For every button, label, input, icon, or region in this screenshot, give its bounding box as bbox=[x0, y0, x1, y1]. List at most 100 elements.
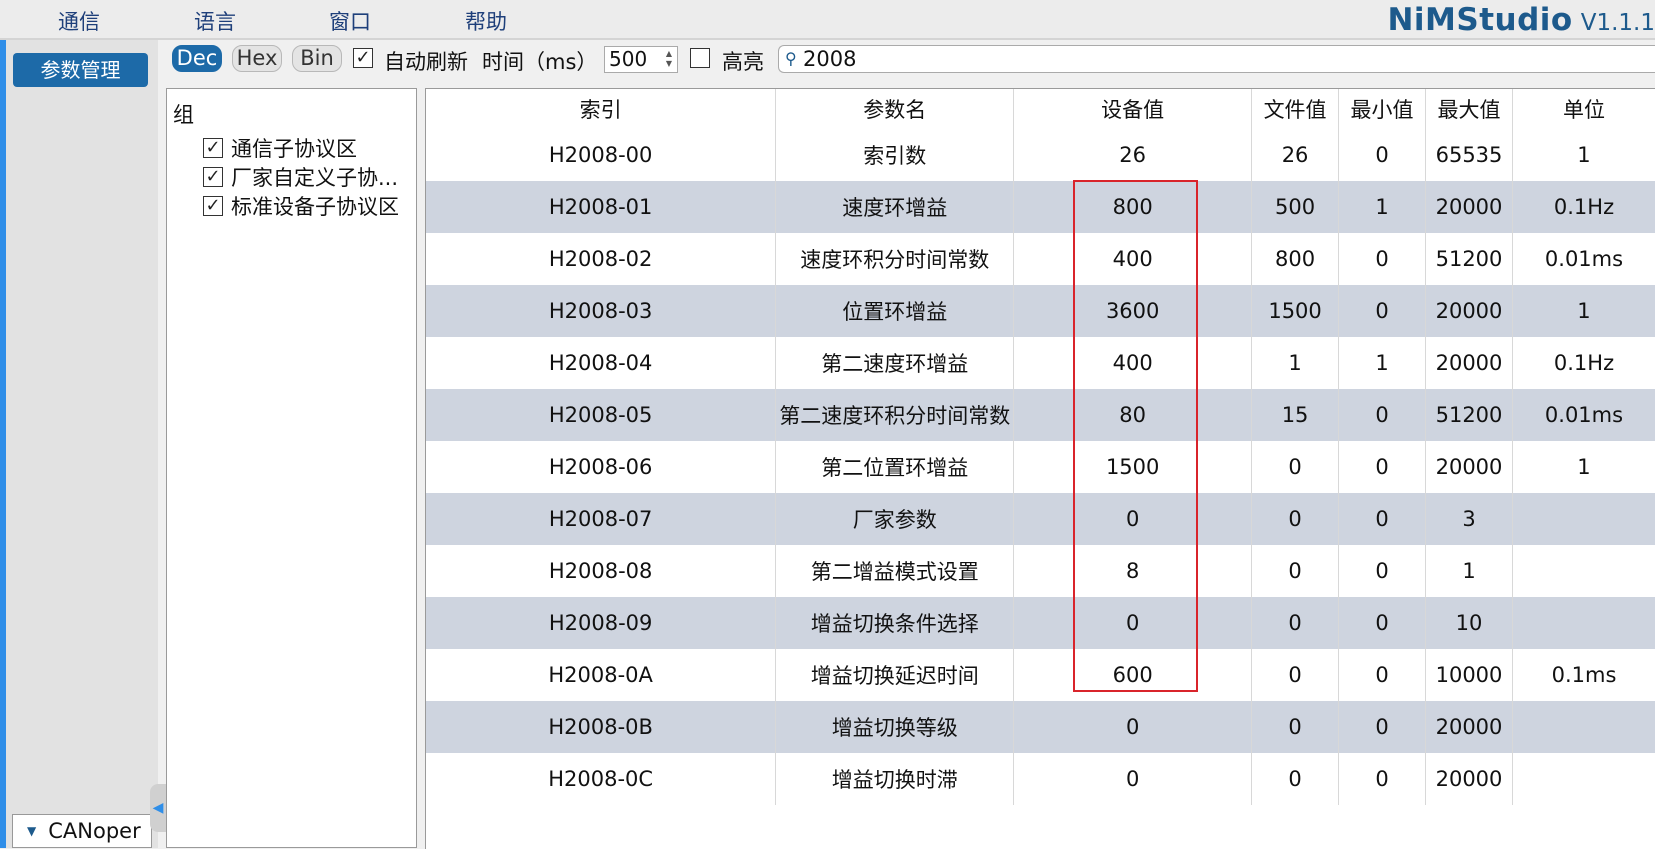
cell-device-value[interactable]: 80 bbox=[1013, 389, 1253, 441]
table-row[interactable]: H2008-09 增益切换条件选择 0 0 0 10 bbox=[426, 597, 1655, 649]
cell-file-value: 0 bbox=[1251, 753, 1340, 805]
table-row[interactable]: H2008-0B 增益切换等级 0 0 0 20000 bbox=[426, 701, 1655, 753]
cell-unit bbox=[1512, 701, 1655, 753]
header-param-name[interactable]: 参数名 bbox=[775, 89, 1015, 129]
cell-index: H2008-08 bbox=[426, 545, 777, 597]
header-index[interactable]: 索引 bbox=[426, 89, 777, 129]
time-label: 时间（ms） bbox=[482, 50, 598, 74]
cell-unit bbox=[1512, 545, 1655, 597]
table-row[interactable]: H2008-04 第二速度环增益 400 1 1 20000 0.1Hz bbox=[426, 337, 1655, 389]
menu-help[interactable]: 帮助 bbox=[465, 6, 507, 36]
cell-param-name: 第二速度环积分时间常数 bbox=[775, 389, 1015, 441]
cell-unit: 0.01ms bbox=[1512, 233, 1655, 285]
cell-index: H2008-09 bbox=[426, 597, 777, 649]
protocol-selector[interactable]: ▼ CANoper bbox=[12, 814, 152, 848]
cell-param-name: 位置环增益 bbox=[775, 285, 1015, 337]
dec-format-button[interactable]: Dec bbox=[172, 45, 222, 72]
cell-device-value[interactable]: 3600 bbox=[1013, 285, 1253, 337]
bin-format-button[interactable]: Bin bbox=[292, 45, 342, 72]
cell-device-value[interactable]: 600 bbox=[1013, 649, 1253, 701]
highlight-label: 高亮 bbox=[722, 50, 764, 74]
table-row[interactable]: H2008-07 厂家参数 0 0 0 3 bbox=[426, 493, 1655, 545]
menu-language[interactable]: 语言 bbox=[194, 6, 236, 36]
group-item[interactable]: ✓ 标准设备子协议区 bbox=[203, 191, 399, 221]
cell-device-value[interactable]: 0 bbox=[1013, 597, 1253, 649]
cell-file-value: 0 bbox=[1251, 493, 1340, 545]
collapse-panel-handle[interactable]: ◀ bbox=[150, 784, 166, 832]
header-min-value[interactable]: 最小值 bbox=[1338, 89, 1427, 129]
group-item[interactable]: ✓ 厂家自定义子协... bbox=[203, 162, 398, 192]
cell-device-value[interactable]: 26 bbox=[1013, 129, 1253, 181]
cell-unit bbox=[1512, 597, 1655, 649]
auto-refresh-label: 自动刷新 bbox=[384, 50, 468, 74]
cell-device-value[interactable]: 800 bbox=[1013, 181, 1253, 233]
chevron-left-icon: ◀ bbox=[152, 800, 164, 816]
cell-device-value[interactable]: 0 bbox=[1013, 753, 1253, 805]
table-row[interactable]: H2008-0C 增益切换时滞 0 0 0 20000 bbox=[426, 753, 1655, 805]
cell-param-name: 第二增益模式设置 bbox=[775, 545, 1015, 597]
group-panel: 组 ✓ 通信子协议区 ✓ 厂家自定义子协... ✓ 标准设备子协议区 bbox=[166, 88, 417, 848]
cell-min-value: 0 bbox=[1338, 389, 1427, 441]
cell-device-value[interactable]: 1500 bbox=[1013, 441, 1253, 493]
cell-device-value[interactable]: 0 bbox=[1013, 493, 1253, 545]
cell-min-value: 0 bbox=[1338, 441, 1427, 493]
cell-min-value: 0 bbox=[1338, 545, 1427, 597]
expand-triangle-icon[interactable]: ▼ bbox=[27, 824, 36, 838]
cell-param-name: 速度环积分时间常数 bbox=[775, 233, 1015, 285]
cell-device-value[interactable]: 0 bbox=[1013, 701, 1253, 753]
cell-device-value[interactable]: 400 bbox=[1013, 233, 1253, 285]
hex-format-button[interactable]: Hex bbox=[232, 45, 282, 72]
cell-device-value[interactable]: 400 bbox=[1013, 337, 1253, 389]
table-row[interactable]: H2008-01 速度环增益 800 500 1 20000 0.1Hz bbox=[426, 181, 1655, 233]
auto-refresh-checkbox[interactable]: ✓ bbox=[353, 48, 373, 68]
cell-max-value: 20000 bbox=[1425, 181, 1513, 233]
menu-window[interactable]: 窗口 bbox=[329, 6, 371, 36]
table-row[interactable]: H2008-0A 增益切换延迟时间 600 0 0 10000 0.1ms bbox=[426, 649, 1655, 701]
highlight-checkbox[interactable] bbox=[690, 48, 710, 68]
cell-max-value: 20000 bbox=[1425, 337, 1513, 389]
table-row[interactable]: H2008-02 速度环积分时间常数 400 800 0 51200 0.01ms bbox=[426, 233, 1655, 285]
cell-index: H2008-00 bbox=[426, 129, 777, 181]
nav-parameter-management-button[interactable]: 参数管理 bbox=[13, 53, 148, 87]
cell-min-value: 0 bbox=[1338, 285, 1427, 337]
table-row[interactable]: H2008-05 第二速度环积分时间常数 80 15 0 51200 0.01ms bbox=[426, 389, 1655, 441]
parameter-table-panel: 索引 参数名 设备值 文件值 最小值 最大值 单位 H2008-00 索引数 26 2… bbox=[425, 88, 1655, 849]
group-checkbox[interactable]: ✓ bbox=[203, 167, 223, 187]
group-checkbox[interactable]: ✓ bbox=[203, 138, 223, 158]
cell-index: H2008-01 bbox=[426, 181, 777, 233]
cell-file-value: 0 bbox=[1251, 701, 1340, 753]
cell-max-value: 51200 bbox=[1425, 233, 1513, 285]
table-row[interactable]: H2008-06 第二位置环增益 1500 0 0 20000 1 bbox=[426, 441, 1655, 493]
cell-unit: 0.1Hz bbox=[1512, 337, 1655, 389]
parameter-table: 索引 参数名 设备值 文件值 最小值 最大值 单位 H2008-00 索引数 26 2… bbox=[426, 89, 1655, 805]
cell-param-name: 增益切换延迟时间 bbox=[775, 649, 1015, 701]
cell-min-value: 0 bbox=[1338, 649, 1427, 701]
cell-max-value: 20000 bbox=[1425, 285, 1513, 337]
cell-min-value: 0 bbox=[1338, 753, 1427, 805]
group-checkbox[interactable]: ✓ bbox=[203, 196, 223, 216]
cell-param-name: 速度环增益 bbox=[775, 181, 1015, 233]
cell-device-value[interactable]: 8 bbox=[1013, 545, 1253, 597]
group-item[interactable]: ✓ 通信子协议区 bbox=[203, 133, 357, 163]
app-name: NiMStudio bbox=[1387, 2, 1573, 38]
group-item-label: 标准设备子协议区 bbox=[231, 195, 399, 219]
header-file-value[interactable]: 文件值 bbox=[1251, 89, 1340, 129]
menu-communication[interactable]: 通信 bbox=[58, 6, 100, 36]
header-max-value[interactable]: 最大值 bbox=[1425, 89, 1513, 129]
toolbar: Dec Hex Bin ✓ 自动刷新 时间（ms） 500 ▲ ▼ 高亮 ⚲ 20… bbox=[166, 40, 1655, 78]
time-spinbox[interactable]: 500 ▲ ▼ bbox=[604, 46, 678, 73]
cell-min-value: 0 bbox=[1338, 129, 1427, 181]
spin-arrows-icon[interactable]: ▲ ▼ bbox=[663, 49, 675, 69]
table-row[interactable]: H2008-03 位置环增益 3600 1500 0 20000 1 bbox=[426, 285, 1655, 337]
cell-index: H2008-02 bbox=[426, 233, 777, 285]
cell-unit: 0.01ms bbox=[1512, 389, 1655, 441]
cell-param-name: 第二位置环增益 bbox=[775, 441, 1015, 493]
header-unit[interactable]: 单位 bbox=[1512, 89, 1655, 129]
table-row[interactable]: H2008-00 索引数 26 26 0 65535 1 bbox=[426, 129, 1655, 181]
app-version: V1.1.1 bbox=[1580, 10, 1655, 36]
table-row[interactable]: H2008-08 第二增益模式设置 8 0 0 1 bbox=[426, 545, 1655, 597]
search-input[interactable]: ⚲ 2008 bbox=[778, 45, 1655, 73]
cell-unit: 0.1ms bbox=[1512, 649, 1655, 701]
header-device-value[interactable]: 设备值 bbox=[1013, 89, 1253, 129]
cell-file-value: 1500 bbox=[1251, 285, 1340, 337]
